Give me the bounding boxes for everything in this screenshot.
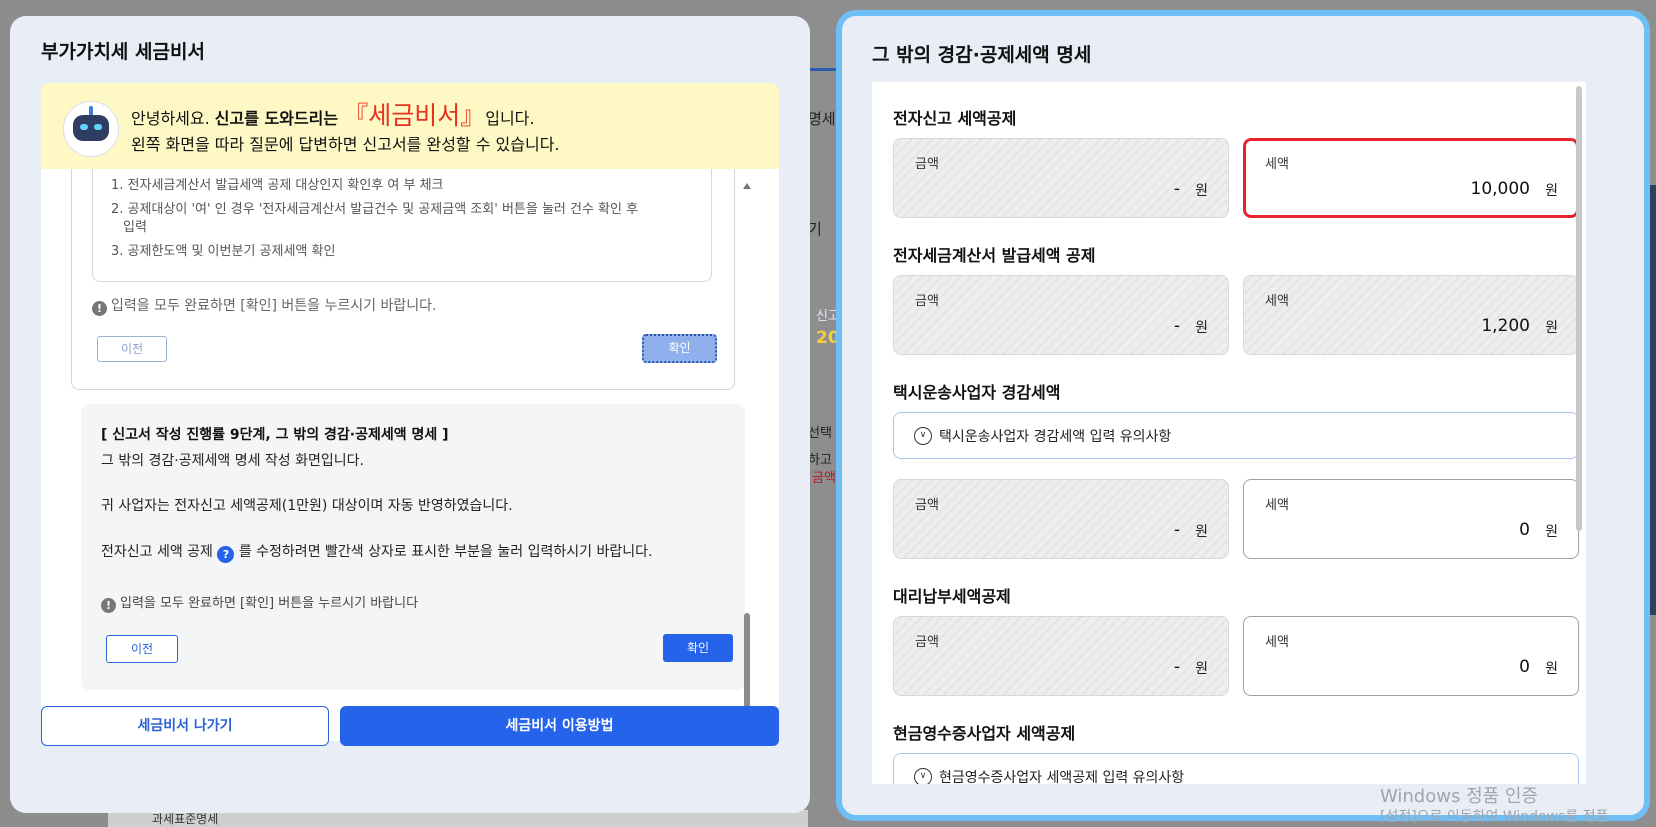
panel-title: 부가가치세 세금비서 (41, 41, 205, 63)
prev-button[interactable]: 이전 (106, 635, 178, 663)
field-label: 세액 (1265, 498, 1289, 513)
checklist-item: 3. 공제한도액 및 이번분기 공제세액 확인 (111, 244, 336, 259)
intro-instructions: 왼쪽 화면을 따라 질문에 답변하면 신고서를 완성할 수 있습니다. (131, 135, 560, 154)
note-text: 입력을 모두 완료하면 [확인] 버튼을 누르시기 바랍니다 (120, 596, 419, 611)
field-unit: 원 (1545, 183, 1558, 199)
question-icon[interactable]: ? (217, 546, 235, 563)
intro-banner: 안녕하세요. 신고를 도와드리는 『세금비서』입니다. 왼쪽 화면을 따라 질문… (41, 83, 779, 169)
previous-step-confirm-button[interactable]: 확인 (642, 334, 717, 363)
checklist-item: 입력 (123, 220, 147, 235)
form-scrollbar[interactable] (1576, 86, 1584, 786)
checklist-item: 2. 공제대상이 '여' 인 경우 '전자세금계산서 발급건수 및 공제금액 조… (111, 202, 639, 217)
field-label: 세액 (1265, 157, 1289, 172)
field-label: 세액 (1265, 635, 1289, 650)
step-auto-applied-text: 귀 사업자는 전자신고 세액공제(1만원) 대상이며 자동 반영하였습니다. (101, 498, 513, 514)
greeting-bold: 신고를 도와드리는 (214, 109, 339, 128)
instruction-prefix: 전자신고 세액 공제 (101, 544, 218, 560)
note-text: 입력을 모두 완료하면 [확인] 버튼을 누르시기 바랍니다. (111, 298, 437, 314)
scrollbar-thumb[interactable] (1576, 86, 1582, 531)
activation-watermark: Windows 정품 인증 (1380, 786, 1539, 807)
taxi-tax-field[interactable]: 세액 0 원 (1243, 479, 1579, 559)
field-unit: 원 (1195, 183, 1208, 199)
scroll-up-icon[interactable] (743, 183, 751, 189)
background-text: 하고 (808, 453, 832, 468)
previous-step-note: ! 입력을 모두 완료하면 [확인] 버튼을 누르시기 바랍니다. (92, 295, 436, 316)
field-label: 금액 (915, 498, 939, 513)
e-filing-tax-field[interactable]: 세액 10,000 원 (1243, 138, 1579, 218)
field-value: 10,000 (1470, 179, 1530, 199)
deduction-details-panel: 그 밖의 경감·공제세액 명세 전자신고 세액공제 금액 - 원 세액 10,0… (836, 10, 1650, 821)
previous-step-prev-button[interactable]: 이전 (97, 336, 167, 362)
field-value: 0 (1519, 657, 1530, 677)
field-value: 1,200 (1481, 316, 1530, 336)
field-value: - (1173, 316, 1180, 336)
activation-watermark-subtext: [설정]으로 이동하여 Windows를 정품 (1380, 809, 1609, 825)
field-unit: 원 (1545, 524, 1558, 540)
robot-face (73, 115, 109, 141)
section-title-cash-receipt-credit: 현금영수증사업자 세액공제 (893, 724, 1076, 743)
robot-eye (94, 124, 102, 130)
taxi-notes-accordion[interactable]: ∨ 택시운송사업자 경감세액 입력 유의사항 (893, 412, 1579, 459)
deduction-form[interactable]: 전자신고 세액공제 금액 - 원 세액 10,000 원 전자세금계산서 발급세… (872, 82, 1586, 784)
proxy-payment-tax-field[interactable]: 세액 0 원 (1243, 616, 1579, 696)
e-invoice-amount-field: 금액 - 원 (893, 275, 1229, 355)
step-note: ! 입력을 모두 완료하면 [확인] 버튼을 누르시기 바랍니다 (101, 592, 418, 613)
field-value: - (1173, 179, 1180, 199)
chevron-down-icon: ∨ (914, 427, 932, 445)
confirm-button[interactable]: 확인 (663, 634, 733, 662)
field-unit: 원 (1545, 320, 1558, 336)
section-title-e-filing-credit: 전자신고 세액공제 (893, 109, 1017, 128)
previous-step-checklist: 1. 전자세금계산서 발급세액 공제 대상인지 확인후 여 부 체크 2. 공제… (92, 169, 712, 282)
e-filing-amount-field: 금액 - 원 (893, 138, 1229, 218)
exit-assistant-button[interactable]: 세금비서 나가기 (41, 706, 329, 746)
field-label: 금액 (915, 635, 939, 650)
background-text: 선택 (808, 426, 832, 441)
background-text: 금액 (812, 471, 836, 486)
field-unit: 원 (1195, 320, 1208, 336)
field-unit: 원 (1195, 661, 1208, 677)
field-value: - (1173, 520, 1180, 540)
robot-eye (80, 124, 88, 130)
step-title: [ 신고서 작성 진행률 9단계, 그 밖의 경감·공제세액 명세 ] (101, 427, 449, 443)
field-label: 금액 (915, 157, 939, 172)
section-title-e-invoice-credit: 전자세금계산서 발급세액 공제 (893, 246, 1096, 265)
tax-assistant-panel: 부가가치세 세금비서 안녕하세요. 신고를 도와드리는 『세금비서』입니다. 왼… (10, 16, 810, 813)
greeting-prefix: 안녕하세요. (131, 109, 215, 128)
how-to-use-button[interactable]: 세금비서 이용방법 (340, 706, 779, 746)
info-circle-icon: ! (101, 598, 116, 613)
field-value: - (1173, 657, 1180, 677)
intro-greeting: 안녕하세요. 신고를 도와드리는 『세금비서』입니다. (131, 96, 534, 132)
proxy-payment-amount-field: 금액 - 원 (893, 616, 1229, 696)
accordion-label: 현금영수증사업자 세액공제 입력 유의사항 (939, 770, 1185, 784)
panel-title: 그 밖의 경감·공제세액 명세 (872, 44, 1092, 66)
current-step-card: [ 신고서 작성 진행률 9단계, 그 밖의 경감·공제세액 명세 ] 그 밖의… (81, 404, 745, 690)
section-title-proxy-payment-credit: 대리납부세액공제 (893, 587, 1011, 606)
section-title-taxi-reduction: 택시운송사업자 경감세액 (893, 383, 1061, 402)
info-circle-icon: ! (92, 301, 107, 316)
chevron-down-icon: ∨ (914, 768, 932, 784)
cash-receipt-notes-accordion[interactable]: ∨ 현금영수증사업자 세액공제 입력 유의사항 (893, 753, 1579, 784)
checklist-item: 1. 전자세금계산서 발급세액 공제 대상인지 확인후 여 부 체크 (111, 178, 444, 193)
greeting-suffix: 입니다. (485, 109, 535, 128)
field-unit: 원 (1545, 661, 1558, 677)
background-text: 기 (808, 220, 822, 238)
instruction-suffix: 를 수정하려면 빨간색 상자로 표시한 부분을 눌러 입력하시기 바랍니다. (234, 544, 653, 560)
step-edit-instruction: 전자신고 세액 공제 ? 를 수정하려면 빨간색 상자로 표시한 부분을 눌러 … (101, 541, 652, 563)
e-invoice-tax-field: 세액 1,200 원 (1243, 275, 1579, 355)
field-unit: 원 (1195, 524, 1208, 540)
brand-name: 『세금비서』 (343, 101, 486, 130)
assistant-scrollbar[interactable] (741, 181, 753, 737)
assistant-scroll-area[interactable]: 1. 전자세금계산서 발급세액 공제 대상인지 확인후 여 부 체크 2. 공제… (41, 169, 779, 741)
step-description: 그 밖의 경감·공제세액 명세 작성 화면입니다. (101, 453, 364, 469)
field-value: 0 (1519, 520, 1530, 540)
field-label: 세액 (1265, 294, 1289, 309)
accordion-label: 택시운송사업자 경감세액 입력 유의사항 (939, 429, 1172, 445)
taxi-amount-field: 금액 - 원 (893, 479, 1229, 559)
robot-mascot-icon (63, 101, 119, 157)
previous-step-card: 1. 전자세금계산서 발급세액 공제 대상인지 확인후 여 부 체크 2. 공제… (71, 169, 735, 390)
field-label: 금액 (915, 294, 939, 309)
